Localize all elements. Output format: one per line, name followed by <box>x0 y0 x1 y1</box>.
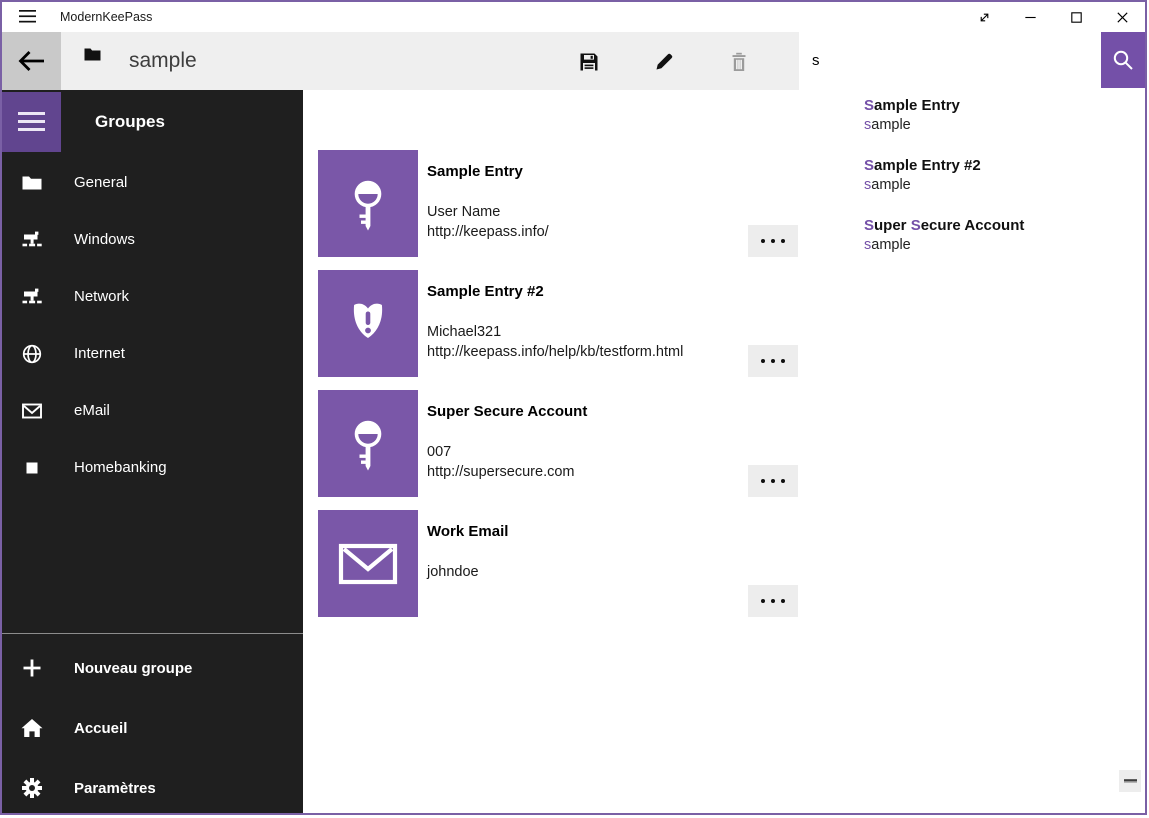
save-button[interactable] <box>567 40 611 84</box>
minimize-button[interactable] <box>1007 2 1053 32</box>
search-result-subtitle: sample <box>864 235 1024 255</box>
network-icon <box>21 286 43 308</box>
hamburger-icon[interactable] <box>15 10 39 26</box>
entry-title: Super Secure Account <box>427 403 587 420</box>
entry-details: User Namehttp://keepass.info/ <box>427 202 549 242</box>
zoom-out-button[interactable] <box>1119 770 1141 792</box>
command-bar <box>567 40 761 84</box>
sidebar: Groupes General Windows Network Internet… <box>2 90 303 813</box>
entry-list-item[interactable]: Sample Entry User Namehttp://keepass.inf… <box>318 150 798 257</box>
entry-list-item[interactable]: Super Secure Account 007http://supersecu… <box>318 390 798 497</box>
fullscreen-button[interactable] <box>961 2 1007 32</box>
entry-list-item[interactable]: Work Email johndoe <box>318 510 798 617</box>
entry-details: johndoe <box>427 562 479 582</box>
entry-tile[interactable] <box>318 270 418 377</box>
key-icon <box>318 484 418 501</box>
ellipsis-icon <box>759 238 787 244</box>
entry-tile[interactable] <box>318 150 418 257</box>
fullscreen-icon <box>977 10 992 25</box>
sidebar-item-internet[interactable]: Internet <box>2 325 303 382</box>
search-results-dropdown: Sample Entry sample Sample Entry #2 samp… <box>864 96 1024 276</box>
mail-icon <box>318 604 418 621</box>
ellipsis-icon <box>759 358 787 364</box>
trash-icon <box>728 51 750 73</box>
maximize-icon <box>1069 10 1084 25</box>
sidebar-actions: Nouveau groupe Accueil Paramètres <box>2 638 303 818</box>
magnifier-icon <box>1112 49 1134 71</box>
sidebar-item-param-tres[interactable]: Paramètres <box>2 758 303 818</box>
sidebar-item-accueil[interactable]: Accueil <box>2 698 303 758</box>
more-options-button[interactable] <box>748 345 798 377</box>
mail-icon <box>21 400 43 422</box>
more-options-button[interactable] <box>748 585 798 617</box>
entry-tile[interactable] <box>318 510 418 617</box>
key-icon <box>318 244 418 261</box>
search-result-subtitle: sample <box>864 175 1024 195</box>
maximize-button[interactable] <box>1053 2 1099 32</box>
search-result-title: Sample Entry #2 <box>864 156 1024 175</box>
ellipsis-icon <box>759 598 787 604</box>
search-result-title: Super Secure Account <box>864 216 1024 235</box>
search-result-subtitle: sample <box>864 115 1024 135</box>
entry-details: Michael321http://keepass.info/help/kb/te… <box>427 322 683 362</box>
save-icon <box>578 51 600 73</box>
sidebar-heading: Groupes <box>95 92 165 152</box>
square-icon <box>21 457 43 479</box>
sidebar-divider <box>2 633 303 634</box>
home-icon <box>21 717 43 739</box>
sidebar-item-homebanking[interactable]: Homebanking <box>2 439 303 496</box>
entry-title: Sample Entry <box>427 163 523 180</box>
sidebar-item-windows[interactable]: Windows <box>2 211 303 268</box>
hamburger-icon <box>18 112 45 132</box>
folder-icon <box>21 172 43 194</box>
app-title: ModernKeePass <box>60 2 152 32</box>
sidebar-item-email[interactable]: eMail <box>2 382 303 439</box>
delete-button[interactable] <box>717 40 761 84</box>
network-icon <box>21 229 43 251</box>
search-input[interactable] <box>799 32 1101 88</box>
folder-icon <box>84 47 101 61</box>
sidebar-item-nouveau-groupe[interactable]: Nouveau groupe <box>2 638 303 698</box>
app-window: ModernKeePass sample Sample Entry sample… <box>0 0 1147 815</box>
nav-hamburger-button[interactable] <box>2 92 61 152</box>
shield-exclamation-icon <box>318 364 418 381</box>
entry-details: 007http://supersecure.com <box>427 442 575 482</box>
entry-list: Sample Entry User Namehttp://keepass.inf… <box>318 150 798 630</box>
sidebar-item-network[interactable]: Network <box>2 268 303 325</box>
more-options-button[interactable] <box>748 465 798 497</box>
search-result-item[interactable]: Sample Entry sample <box>864 96 1024 135</box>
plus-icon <box>21 657 43 679</box>
back-button[interactable] <box>2 32 61 90</box>
pencil-icon <box>653 51 675 73</box>
search-button[interactable] <box>1101 32 1145 88</box>
page-title: sample <box>129 32 197 90</box>
close-icon <box>1115 10 1130 25</box>
edit-button[interactable] <box>642 40 686 84</box>
entry-tile[interactable] <box>318 390 418 497</box>
window-controls <box>961 2 1145 32</box>
globe-icon <box>21 343 43 365</box>
entry-title: Sample Entry #2 <box>427 283 544 300</box>
search-result-title: Sample Entry <box>864 96 1024 115</box>
entry-list-item[interactable]: Sample Entry #2 Michael321http://keepass… <box>318 270 798 377</box>
title-bar: ModernKeePass <box>2 2 1145 32</box>
entry-title: Work Email <box>427 523 508 540</box>
minimize-icon <box>1023 10 1038 25</box>
gear-icon <box>21 777 43 799</box>
ellipsis-icon <box>759 478 787 484</box>
back-arrow-icon <box>17 48 47 74</box>
sidebar-item-general[interactable]: General <box>2 154 303 211</box>
search-result-item[interactable]: Super Secure Account sample <box>864 216 1024 255</box>
close-button[interactable] <box>1099 2 1145 32</box>
group-list: General Windows Network Internet eMail H… <box>2 154 303 496</box>
minus-icon <box>1124 779 1137 783</box>
more-options-button[interactable] <box>748 225 798 257</box>
search-result-item[interactable]: Sample Entry #2 sample <box>864 156 1024 195</box>
